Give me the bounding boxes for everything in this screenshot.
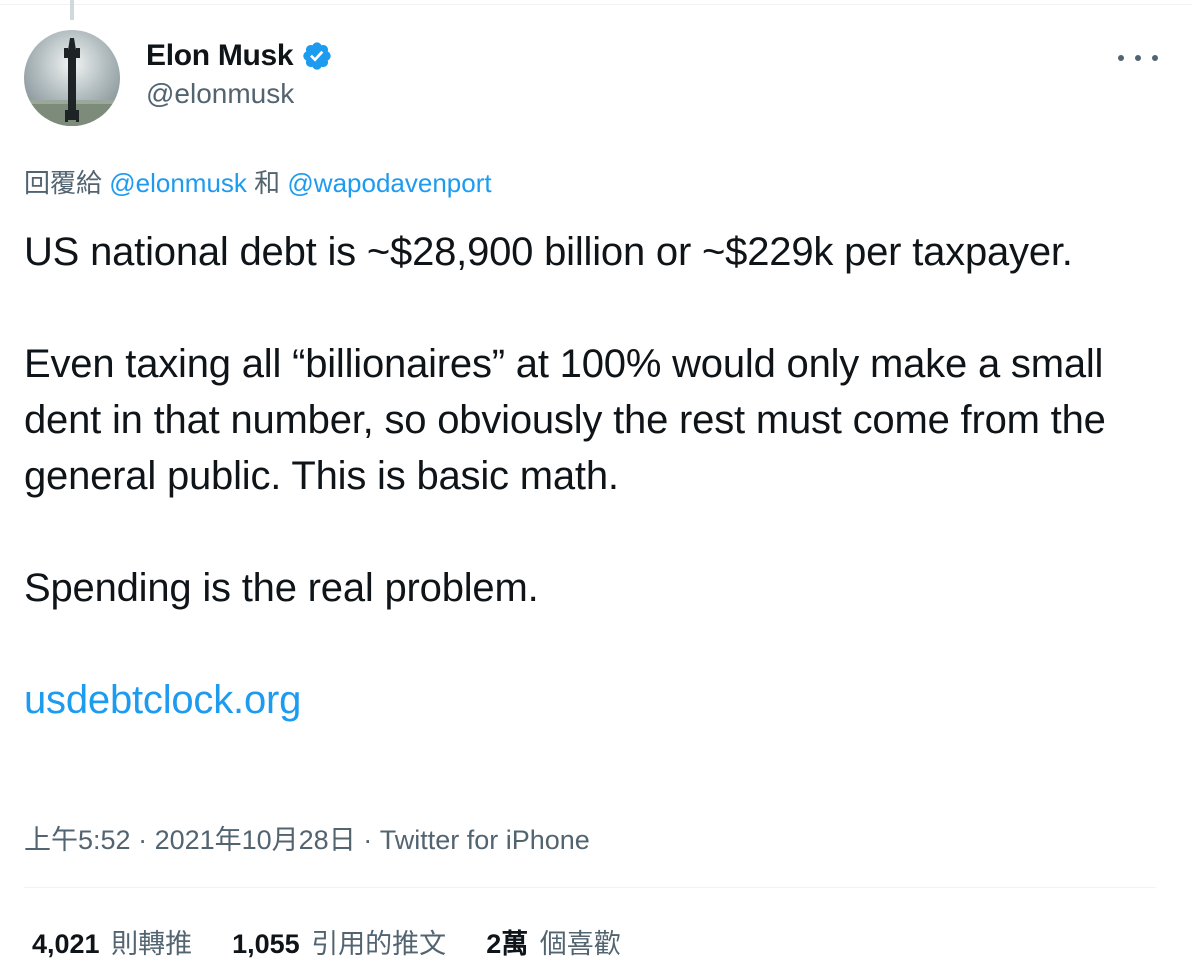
top-divider [0,4,1192,5]
tweet-stats: 4,021 則轉推 1,055 引用的推文 2萬 個喜歡 [32,922,661,961]
quotes-count: 1,055 [232,929,300,959]
retweets-count: 4,021 [32,929,100,959]
tweet-source[interactable]: Twitter for iPhone [380,825,590,855]
tweet-meta: 上午5:52 · 2021年10月28日 · Twitter for iPhon… [24,818,590,857]
meta-separator-2: · [355,825,380,855]
author-name-row: Elon Musk [146,36,333,76]
tweet-time[interactable]: 上午5:52 [24,825,131,855]
more-horizontal-icon[interactable] [1118,46,1158,70]
stats-divider [24,887,1156,888]
thread-connector-line [70,0,74,20]
reply-joiner: 和 [254,168,281,198]
tweet-detail: Elon Musk @elonmusk 回覆給 @elonmusk 和 @wap… [0,0,1192,978]
author-handle[interactable]: @elonmusk [146,78,333,110]
quotes-label: 引用的推文 [311,929,447,959]
reply-mention-elonmusk[interactable]: @elonmusk [109,168,247,198]
tweet-link[interactable]: usdebtclock.org [24,678,301,722]
tweet-date[interactable]: 2021年10月28日 [155,825,356,855]
likes-stat[interactable]: 2萬 個喜歡 [486,922,621,961]
likes-count: 2萬 [486,929,529,959]
tweet-paragraph-1: US national debt is ~$28,900 billion or … [24,230,1073,274]
verified-badge-icon [301,40,333,72]
quotes-stat[interactable]: 1,055 引用的推文 [232,922,446,961]
reply-prefix: 回覆給 [24,168,103,198]
author-display-name[interactable]: Elon Musk [146,39,294,73]
likes-label: 個喜歡 [539,929,621,959]
retweets-stat[interactable]: 4,021 則轉推 [32,922,192,961]
reply-mention-wapodavenport[interactable]: @wapodavenport [287,168,491,198]
meta-separator-1: · [130,825,155,855]
reply-context: 回覆給 @elonmusk 和 @wapodavenport [24,163,492,200]
avatar[interactable] [24,30,120,126]
author-info[interactable]: Elon Musk @elonmusk [146,36,333,110]
tweet-text: US national debt is ~$28,900 billion or … [24,224,1164,728]
tweet-paragraph-3: Spending is the real problem. [24,566,539,610]
tweet-paragraph-2: Even taxing all “billionaires” at 100% w… [24,342,1106,498]
retweets-label: 則轉推 [111,929,193,959]
